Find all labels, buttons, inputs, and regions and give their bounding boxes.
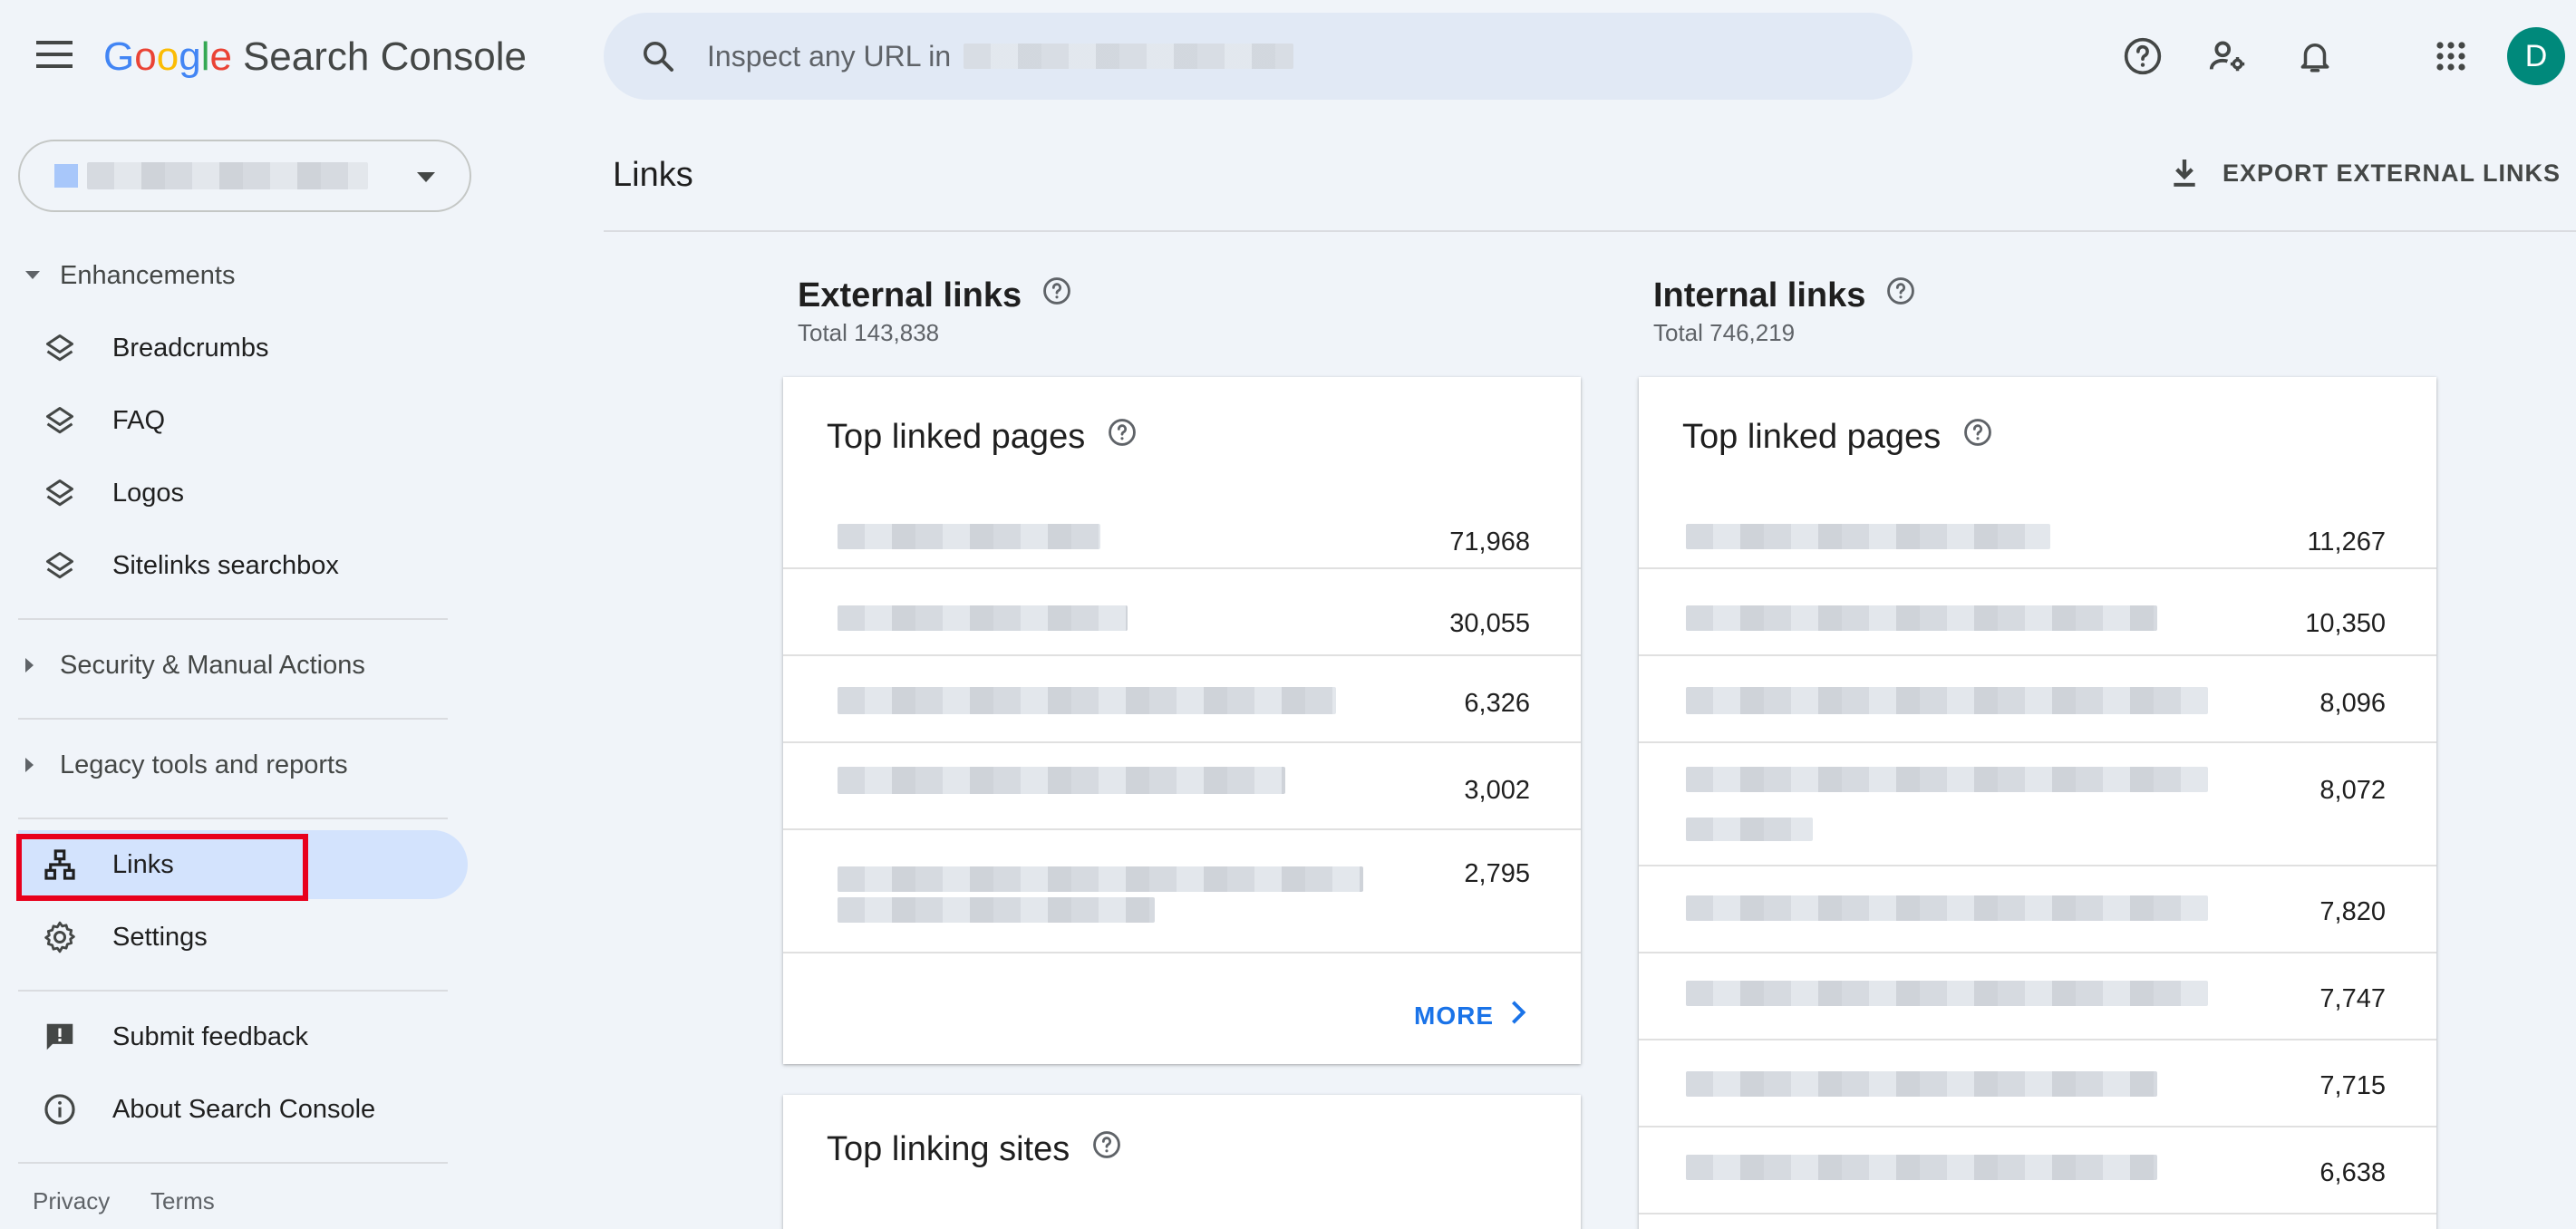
help-button[interactable] <box>2116 29 2170 83</box>
nav-item-settings[interactable]: Settings <box>18 903 468 972</box>
table-row[interactable]: 2,795 <box>783 830 1581 953</box>
redacted-property-name <box>87 162 368 189</box>
caret-right-icon <box>25 758 47 772</box>
redacted-url <box>1686 524 2050 549</box>
redacted-url <box>1686 981 2208 1006</box>
external-top-linked-pages-card: Top linked pages 71,968 30,055 6,326 3,0… <box>783 377 1581 1064</box>
layers-icon <box>38 544 82 587</box>
nav-item-breadcrumbs[interactable]: Breadcrumbs <box>18 314 468 382</box>
main-menu-button[interactable] <box>27 27 82 82</box>
property-selector[interactable] <box>18 140 471 212</box>
help-circle-icon[interactable] <box>1041 276 1072 315</box>
layers-icon <box>38 471 82 515</box>
selection-highlight-box <box>16 834 308 901</box>
terms-link[interactable]: Terms <box>150 1187 215 1215</box>
url-inspection-search[interactable]: Inspect any URL in <box>604 13 1913 100</box>
property-favicon <box>54 164 78 188</box>
manage-accounts-icon <box>2209 41 2245 72</box>
google-apps-button[interactable] <box>2424 29 2478 83</box>
nav-section-enhancements[interactable]: Enhancements <box>25 248 235 303</box>
internal-links-heading: Internal links <box>1653 276 1916 315</box>
nav-item-sitelinks-searchbox[interactable]: Sitelinks searchbox <box>18 531 468 600</box>
export-external-links-button[interactable]: EXPORT EXTERNAL LINKS <box>2166 149 2561 198</box>
table-row[interactable]: 8,072 <box>1639 743 2436 866</box>
internal-top-linked-pages-card: Top linked pages 11,267 10,350 8,096 8,0… <box>1639 377 2436 1229</box>
info-icon <box>38 1088 82 1131</box>
chevron-right-icon <box>1510 1000 1526 1031</box>
sidebar-divider <box>18 618 448 620</box>
help-circle-icon <box>2124 37 2162 75</box>
redacted-property-url <box>964 44 1294 69</box>
caret-down-icon <box>25 271 47 280</box>
nav-section-security-manual-actions[interactable]: Security & Manual Actions <box>25 638 365 692</box>
layers-icon <box>38 326 82 370</box>
nav-item-logos[interactable]: Logos <box>18 459 468 527</box>
card-title: Top linked pages <box>1682 417 1993 457</box>
table-row[interactable]: 3,002 <box>783 743 1581 830</box>
bell-icon <box>2300 44 2329 73</box>
gear-icon <box>38 915 82 959</box>
account-avatar[interactable]: D <box>2507 27 2565 85</box>
redacted-url <box>838 897 1155 923</box>
card-title: Top linked pages <box>827 417 1138 457</box>
redacted-url <box>838 687 1336 714</box>
table-row[interactable]: 10,350 <box>1639 569 2436 656</box>
table-row[interactable]: 71,968 <box>783 486 1581 569</box>
download-icon <box>2174 160 2195 187</box>
external-links-heading: External links <box>798 276 1072 315</box>
apps-grid-icon <box>2436 42 2465 71</box>
header-divider <box>604 230 2576 232</box>
caret-right-icon <box>25 658 47 673</box>
redacted-url <box>838 605 1128 631</box>
table-row[interactable]: 7,747 <box>1639 953 2436 1040</box>
top-linking-sites-card: Top linking sites <box>783 1095 1581 1229</box>
table-row[interactable]: 6,638 <box>1639 1127 2436 1214</box>
redacted-url <box>1686 1071 2157 1097</box>
search-placeholder: Inspect any URL in <box>707 39 952 73</box>
hamburger-menu-icon <box>36 41 73 68</box>
card-title: Top linking sites <box>827 1129 1122 1169</box>
sidebar-divider <box>18 990 448 992</box>
nav-section-legacy-tools[interactable]: Legacy tools and reports <box>25 738 348 792</box>
table-row[interactable]: 30,055 <box>783 569 1581 656</box>
search-console-logo[interactable]: Google Search Console <box>103 27 527 87</box>
more-button[interactable]: MORE <box>1414 1000 1526 1031</box>
caret-down-icon <box>417 172 435 182</box>
redacted-url <box>1686 767 2208 792</box>
redacted-url <box>1686 895 2208 921</box>
redacted-url <box>1686 818 1813 841</box>
help-circle-icon[interactable] <box>1091 1129 1122 1169</box>
help-circle-icon[interactable] <box>1962 417 1993 457</box>
sidebar-divider <box>18 818 448 819</box>
redacted-url <box>1686 605 2157 631</box>
help-circle-icon[interactable] <box>1107 417 1138 457</box>
sidebar-divider <box>18 718 448 720</box>
page-title: Links <box>613 156 693 194</box>
product-name: Search Console <box>242 34 528 79</box>
external-links-total: Total 143,838 <box>798 319 940 346</box>
nav-item-about-search-console[interactable]: About Search Console <box>18 1075 468 1144</box>
feedback-icon <box>38 1015 82 1059</box>
search-icon <box>636 34 680 78</box>
internal-links-total: Total 746,219 <box>1653 319 1796 346</box>
table-row[interactable]: 11,267 <box>1639 486 2436 569</box>
table-row[interactable]: 7,715 <box>1639 1040 2436 1127</box>
layers-icon <box>38 399 82 442</box>
nav-item-faq[interactable]: FAQ <box>18 386 468 455</box>
help-circle-icon[interactable] <box>1885 276 1916 315</box>
table-row[interactable]: 6,326 <box>783 656 1581 743</box>
users-permissions-button[interactable] <box>2201 29 2255 83</box>
redacted-url <box>1686 687 2208 714</box>
table-row[interactable]: 7,820 <box>1639 866 2436 953</box>
privacy-link[interactable]: Privacy <box>33 1187 110 1215</box>
redacted-url <box>838 866 1363 892</box>
notifications-button[interactable] <box>2288 29 2342 83</box>
redacted-url <box>838 767 1285 794</box>
redacted-url <box>838 524 1100 549</box>
nav-item-submit-feedback[interactable]: Submit feedback <box>18 1002 468 1071</box>
sidebar-divider <box>18 1162 448 1164</box>
table-row[interactable]: 8,096 <box>1639 656 2436 743</box>
redacted-url <box>1686 1155 2157 1180</box>
top-app-bar: Google Search Console Inspect any URL in… <box>0 0 2576 114</box>
